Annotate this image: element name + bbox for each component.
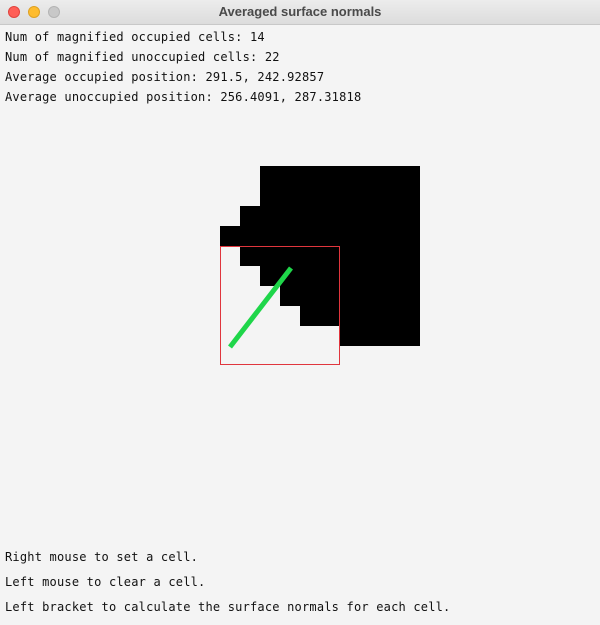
occupied-region [240, 206, 420, 226]
occupied-region [240, 246, 420, 266]
instruction-left-bracket: Left bracket to calculate the surface no… [5, 600, 451, 614]
occupied-region [340, 326, 420, 346]
occupied-region [220, 226, 420, 246]
instruction-left-mouse: Left mouse to clear a cell. [5, 575, 206, 589]
occupied-region [280, 286, 420, 306]
occupied-region [300, 306, 420, 326]
grid-canvas[interactable] [0, 25, 600, 545]
title-bar[interactable]: Averaged surface normals [0, 0, 600, 25]
occupied-region [260, 166, 420, 206]
app-window: Averaged surface normals Num of magnifie… [0, 0, 600, 625]
instruction-right-mouse: Right mouse to set a cell. [5, 550, 199, 564]
window-title: Averaged surface normals [218, 4, 382, 19]
